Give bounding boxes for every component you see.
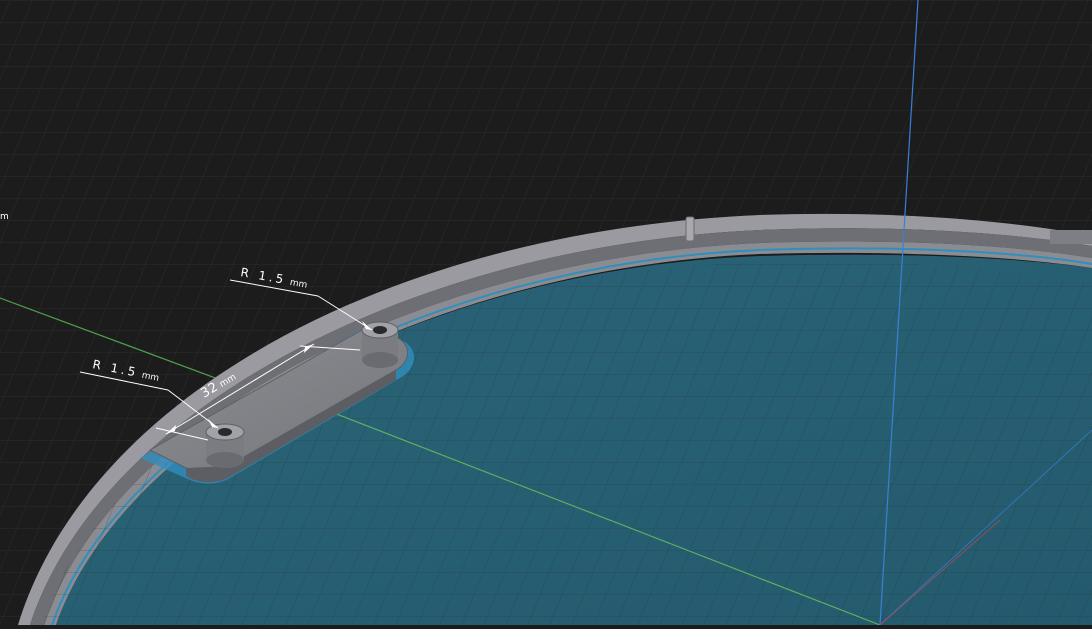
rim-notch: [1050, 230, 1092, 244]
3d-viewport[interactable]: R 1.5 mm R 1.5mm 32mm m: [0, 0, 1092, 626]
rim-peg: [685, 216, 695, 242]
screw-hole-left[interactable]: [218, 428, 232, 436]
viewport-canvas[interactable]: R 1.5 mm R 1.5mm 32mm m: [0, 0, 1092, 626]
screw-hole-top[interactable]: [373, 326, 387, 334]
offscreen-dimension-label: m: [0, 212, 9, 222]
standoff-left[interactable]: [205, 423, 245, 468]
